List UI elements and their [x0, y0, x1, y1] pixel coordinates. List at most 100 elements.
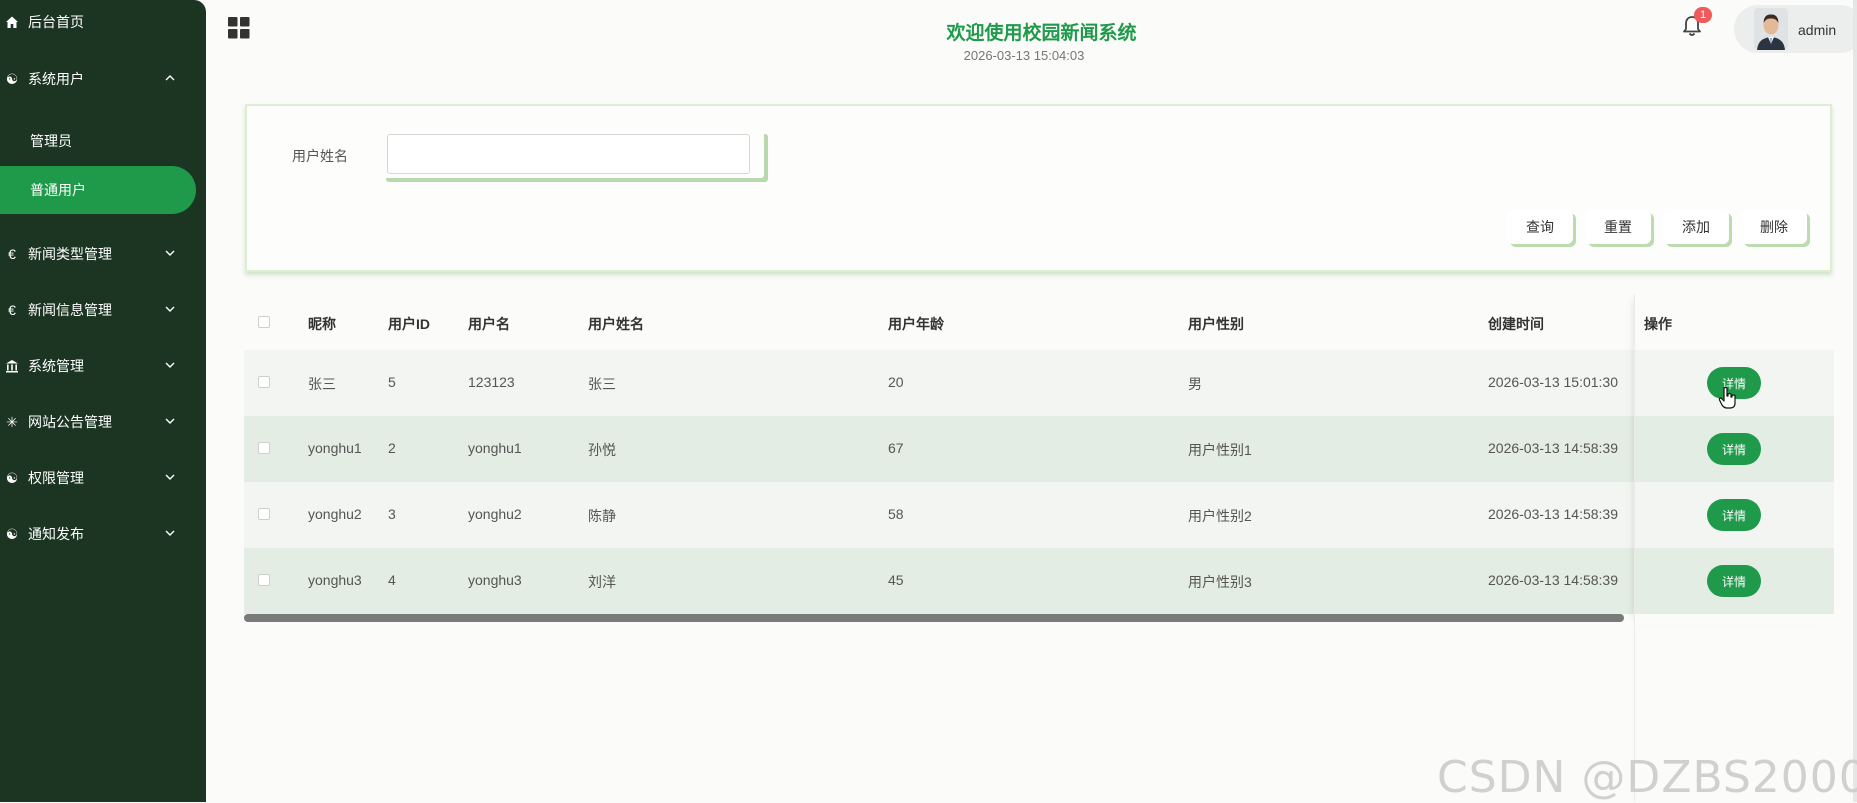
sidebar-item-label: 系统管理	[28, 358, 84, 374]
cell-age: 58	[888, 506, 904, 522]
sidebar-item-notifications[interactable]: ☯ 通知发布	[0, 514, 206, 554]
cell-gender: 男	[1188, 376, 1202, 392]
cell-realname: 刘洋	[588, 574, 616, 590]
notification-badge: 1	[1694, 7, 1712, 23]
sidebar-item-label: 新闻信息管理	[28, 302, 112, 318]
yin-yang-icon: ☯	[5, 469, 19, 486]
header-datetime: 2026-03-13 15:04:03	[963, 48, 1085, 63]
cell-username: yonghu2	[468, 506, 522, 522]
page-title: 欢迎使用校园新闻系统	[946, 23, 1137, 44]
sidebar-item-label: 网站公告管理	[28, 414, 112, 430]
cell-username: yonghu3	[468, 572, 522, 588]
sidebar-subitem-label: 普通用户	[30, 182, 86, 198]
sidebar-item-permissions[interactable]: ☯ 权限管理	[0, 458, 206, 498]
user-menu[interactable]: admin	[1734, 5, 1857, 53]
detail-button[interactable]: 详情	[1707, 499, 1761, 531]
cell-realname: 孙悦	[588, 442, 616, 458]
yin-yang-icon: ☯	[5, 525, 19, 542]
column-header[interactable]: 用户年龄	[888, 314, 944, 334]
table-row[interactable]: yonghu2 3 yonghu2 陈静 58 用户性别2 2026-03-13…	[244, 482, 1834, 548]
cell-age: 45	[888, 572, 904, 588]
row-checkbox[interactable]	[258, 442, 270, 454]
search-panel: 用户姓名 查询 重置 添加 删除	[245, 104, 1832, 272]
user-name: admin	[1798, 22, 1837, 38]
avatar	[1754, 8, 1788, 50]
chevron-down-icon	[165, 418, 175, 424]
cell-nickname: 张三	[308, 376, 336, 392]
sidebar-item-label: 通知发布	[28, 526, 84, 542]
cell-user-id: 5	[388, 374, 396, 390]
username-field-label: 用户姓名	[292, 148, 348, 164]
delete-button[interactable]: 删除	[1741, 210, 1807, 244]
column-header[interactable]: 创建时间	[1488, 314, 1544, 334]
users-table: 昵称 用户ID 用户名 用户姓名 用户年龄 用户性别 创建时间 操作 张三 5 …	[244, 294, 1834, 624]
add-button[interactable]: 添加	[1663, 210, 1729, 244]
chevron-down-icon	[165, 474, 175, 480]
sidebar-item-system-management[interactable]: 系统管理	[0, 346, 206, 386]
asterisk-icon: ✳	[6, 413, 18, 430]
query-button[interactable]: 查询	[1507, 210, 1573, 244]
reset-button[interactable]: 重置	[1585, 210, 1651, 244]
fixed-column-divider	[1634, 294, 1635, 802]
row-checkbox[interactable]	[258, 508, 270, 520]
sidebar-item-label: 权限管理	[28, 470, 84, 486]
chevron-down-icon	[165, 250, 175, 256]
sidebar: 后台首页 ☯ 系统用户 管理员 普通用户 € 新闻类型管理 € 新闻信息管理 系…	[0, 0, 206, 802]
row-checkbox[interactable]	[258, 376, 270, 388]
cell-user-id: 4	[388, 572, 396, 588]
table-header: 昵称 用户ID 用户名 用户姓名 用户年龄 用户性别 创建时间 操作	[244, 294, 1834, 350]
yin-yang-icon: ☯	[5, 70, 19, 87]
select-all-checkbox[interactable]	[258, 316, 270, 328]
watermark: CSDN @DZBS2000	[1437, 752, 1857, 803]
cell-gender: 用户性别1	[1188, 442, 1252, 458]
horizontal-scrollbar[interactable]	[244, 614, 1624, 622]
column-header[interactable]: 昵称	[308, 314, 336, 334]
vertical-scrollbar[interactable]	[1853, 0, 1857, 802]
column-header[interactable]: 用户ID	[388, 314, 430, 334]
sidebar-item-news-types[interactable]: € 新闻类型管理	[0, 234, 206, 274]
cell-created: 2026-03-13 14:58:39	[1488, 506, 1618, 522]
column-header[interactable]: 用户性别	[1188, 314, 1244, 334]
cell-age: 67	[888, 440, 904, 456]
table-row[interactable]: 张三 5 123123 张三 20 男 2026-03-13 15:01:30 …	[244, 350, 1834, 416]
euro-icon: €	[8, 246, 16, 262]
cell-nickname: yonghu2	[308, 506, 362, 522]
sidebar-subitem-admins[interactable]: 管理员	[0, 117, 206, 165]
cell-age: 20	[888, 374, 904, 390]
bank-icon	[4, 358, 20, 374]
column-header[interactable]: 用户姓名	[588, 314, 644, 334]
chevron-down-icon	[165, 306, 175, 312]
sidebar-subitem-regular-users[interactable]: 普通用户	[0, 166, 196, 214]
sidebar-item-label: 新闻类型管理	[28, 246, 112, 262]
sidebar-item-system-users[interactable]: ☯ 系统用户	[0, 59, 206, 99]
cell-created: 2026-03-13 14:58:39	[1488, 572, 1618, 588]
cell-username: yonghu1	[468, 440, 522, 456]
detail-button[interactable]: 详情	[1707, 433, 1761, 465]
sidebar-subitem-label: 管理员	[30, 133, 72, 149]
cell-created: 2026-03-13 14:58:39	[1488, 440, 1618, 456]
sidebar-item-announcements[interactable]: ✳ 网站公告管理	[0, 402, 206, 442]
cell-gender: 用户性别3	[1188, 574, 1252, 590]
column-header[interactable]: 用户名	[468, 314, 510, 334]
chevron-down-icon	[165, 362, 175, 368]
row-checkbox[interactable]	[258, 574, 270, 586]
cell-username: 123123	[468, 374, 515, 390]
cell-nickname: yonghu3	[308, 572, 362, 588]
cell-nickname: yonghu1	[308, 440, 362, 456]
username-search-input[interactable]	[387, 134, 750, 174]
chevron-up-icon	[165, 75, 175, 81]
cell-realname: 陈静	[588, 508, 616, 524]
cell-created: 2026-03-13 15:01:30	[1488, 374, 1618, 390]
table-row[interactable]: yonghu1 2 yonghu1 孙悦 67 用户性别1 2026-03-13…	[244, 416, 1834, 482]
chevron-down-icon	[165, 530, 175, 536]
sidebar-item-news-info[interactable]: € 新闻信息管理	[0, 290, 206, 330]
euro-icon: €	[8, 302, 16, 318]
hand-cursor-icon	[1718, 386, 1736, 409]
column-header: 操作	[1644, 316, 1672, 332]
detail-button[interactable]: 详情	[1707, 565, 1761, 597]
sidebar-item-label: 系统用户	[28, 71, 84, 87]
table-row[interactable]: yonghu3 4 yonghu3 刘洋 45 用户性别3 2026-03-13…	[244, 548, 1834, 614]
cell-realname: 张三	[588, 376, 616, 392]
cell-user-id: 2	[388, 440, 396, 456]
cell-user-id: 3	[388, 506, 396, 522]
